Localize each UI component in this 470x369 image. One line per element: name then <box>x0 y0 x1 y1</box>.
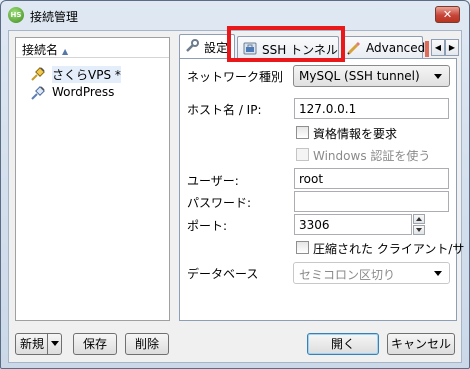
connection-item-sakura-vps[interactable]: さくらVPS * <box>30 65 160 83</box>
sort-ascending-icon: ▲ <box>62 47 69 56</box>
network-plug-icon <box>31 86 45 100</box>
port-spinner[interactable] <box>413 214 425 235</box>
tab-settings[interactable]: 設定 <box>179 34 235 59</box>
chevron-down-icon <box>51 341 59 346</box>
hidden-tab-fragment <box>425 41 429 57</box>
connection-item-wordpress[interactable]: WordPress <box>30 84 160 102</box>
checkbox-label: 圧縮された クライアント/サ <box>313 242 465 256</box>
chevron-down-icon <box>434 271 442 276</box>
new-connection-button[interactable]: 新規 <box>15 333 62 355</box>
delete-button[interactable]: 削除 <box>125 333 169 355</box>
network-type-value: MySQL (SSH tunnel) <box>299 69 420 83</box>
network-type-label: ネットワーク種別 <box>187 70 284 84</box>
host-input[interactable]: 127.0.0.1 <box>294 98 449 119</box>
connection-list[interactable]: 接続名 ▲ さくらVPS * WordPress <box>15 37 170 321</box>
window-title: 接続管理 <box>30 10 79 24</box>
tab-label: 設定 <box>204 41 229 55</box>
new-dropdown-arrow[interactable] <box>47 334 61 354</box>
column-header-label: 接続名 <box>22 43 59 57</box>
dialog-body: 接続名 ▲ さくらVPS * WordPress 新規 保存 削除 設定 SSH… <box>8 30 464 363</box>
wrench-icon <box>186 39 199 52</box>
user-label: ユーザー: <box>187 174 239 188</box>
settings-panel: ネットワーク種別 MySQL (SSH tunnel) ホスト名 / IP: 1… <box>179 58 464 321</box>
password-label: パスワード: <box>187 196 252 210</box>
tab-ssh-tunnel[interactable]: SSH トンネル <box>237 36 339 58</box>
tab-strip: 設定 SSH トンネル Advanced ◀ ▶ <box>179 34 459 59</box>
spin-up-button[interactable] <box>413 214 425 224</box>
lock-icon <box>243 42 257 55</box>
open-button[interactable]: 開く <box>307 333 379 355</box>
new-button-label: 新規 <box>20 337 45 351</box>
network-type-select[interactable]: MySQL (SSH tunnel) <box>293 65 450 87</box>
cancel-button[interactable]: キャンセル <box>387 333 455 355</box>
checkbox-label: Windows 認証を使う <box>313 149 431 163</box>
password-input[interactable] <box>294 191 449 212</box>
app-logo-icon: HS <box>8 7 24 23</box>
title-bar[interactable]: HS 接続管理 ✕ <box>1 1 469 29</box>
port-input[interactable]: 3306 <box>294 214 412 235</box>
network-plug-icon <box>31 67 45 81</box>
checkbox-box[interactable] <box>296 126 309 139</box>
checkbox-label: 資格情報を要求 <box>313 127 398 141</box>
user-input[interactable]: root <box>294 168 449 189</box>
save-button[interactable]: 保存 <box>73 333 117 355</box>
database-label: データベース <box>187 267 259 281</box>
port-label: ポート: <box>187 219 228 233</box>
pencil-icon <box>347 41 361 55</box>
database-placeholder: セミコロン区切り <box>299 268 396 282</box>
checkbox-box[interactable] <box>296 241 309 254</box>
host-label: ホスト名 / IP: <box>187 103 262 117</box>
checkbox-box[interactable] <box>296 148 309 161</box>
connection-item-label: WordPress <box>52 85 115 99</box>
connection-item-label: さくらVPS * <box>52 66 121 83</box>
connection-manager-window: HS 接続管理 ✕ 接続名 ▲ さくらVPS * WordPress 新規 保存… <box>0 0 470 369</box>
database-select[interactable]: セミコロン区切り <box>293 262 450 284</box>
chevron-down-icon <box>434 74 442 79</box>
list-column-header[interactable]: 接続名 ▲ <box>16 38 169 58</box>
tab-label: SSH トンネル <box>262 43 338 57</box>
tab-scroll-left-button[interactable]: ◀ <box>431 39 445 56</box>
tab-scroll-right-button[interactable]: ▶ <box>445 39 459 56</box>
tab-label: Advanced <box>366 41 426 55</box>
tab-advanced[interactable]: Advanced <box>341 36 426 58</box>
spin-down-button[interactable] <box>413 225 425 235</box>
close-window-button[interactable]: ✕ <box>435 6 460 23</box>
